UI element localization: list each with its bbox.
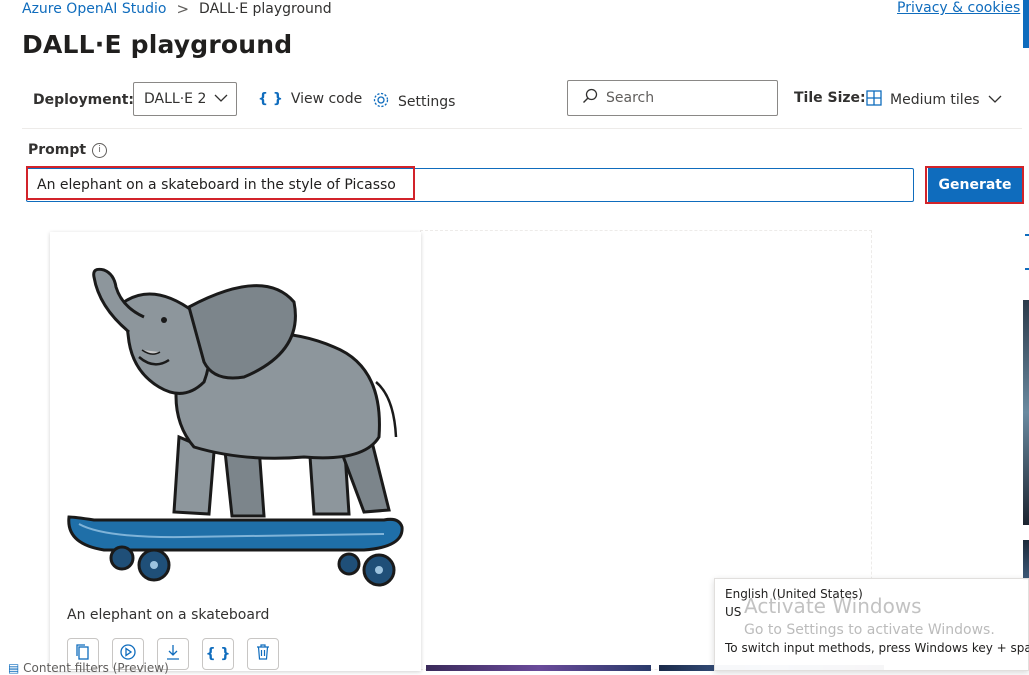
breadcrumb-separator: > (176, 0, 190, 18)
page-title: DALL·E playground (22, 30, 293, 59)
gear-icon (372, 91, 390, 113)
right-edge-marker (1025, 234, 1029, 236)
image-caption: An elephant on a skateboard (67, 607, 270, 623)
settings-label: Settings (398, 94, 456, 110)
delete-button[interactable] (247, 638, 279, 670)
tile-size-label: Tile Size: (794, 90, 866, 106)
right-edge-marker (1025, 268, 1029, 270)
delete-icon (255, 644, 271, 664)
breadcrumb: Azure OpenAI Studio > DALL·E playground (22, 0, 332, 18)
grid-icon (866, 90, 882, 110)
view-code-label: View code (290, 91, 363, 107)
chevron-down-icon (988, 92, 1002, 108)
breadcrumb-current: DALL·E playground (199, 1, 332, 17)
tile-size-dropdown[interactable]: Medium tiles (866, 90, 1002, 110)
thumbnail-strip (1023, 540, 1029, 580)
prompt-input[interactable] (27, 169, 913, 201)
info-icon[interactable]: i (92, 142, 108, 158)
activate-windows-subtitle: Go to Settings to activate Windows. (744, 622, 995, 638)
prompt-label: Prompt i (28, 142, 108, 158)
settings-button[interactable]: Settings (372, 91, 455, 113)
deployment-label: Deployment: (33, 92, 135, 108)
thumbnail-strip (1023, 300, 1029, 525)
chevron-down-icon (214, 91, 228, 107)
privacy-link[interactable]: Privacy & cookies (897, 0, 1020, 16)
toolbar-divider (22, 128, 1022, 129)
search-input[interactable] (604, 89, 758, 107)
right-edge-accent (1023, 0, 1029, 48)
activate-windows-title: Activate Windows (744, 594, 922, 618)
breadcrumb-root-link[interactable]: Azure OpenAI Studio (22, 1, 166, 17)
view-json-button[interactable]: { } (202, 638, 234, 670)
generated-image[interactable] (64, 262, 409, 622)
view-code-button[interactable]: { } View code (258, 91, 362, 107)
image-card[interactable]: An elephant on a skateboard { } (50, 232, 421, 671)
generate-button[interactable]: Generate (928, 168, 1022, 202)
code-braces-icon: { } (258, 91, 283, 107)
tile-size-value: Medium tiles (890, 92, 980, 108)
language-hint: To switch input methods, press Windows k… (725, 641, 1029, 655)
search-icon (582, 88, 598, 108)
search-box[interactable] (567, 80, 778, 116)
content-filters-label: Content filters (Preview) (23, 661, 169, 675)
language-code: US (725, 605, 742, 619)
deployment-value: DALL·E 2 (144, 91, 207, 107)
prompt-field[interactable] (26, 168, 914, 202)
deployment-dropdown[interactable]: DALL·E 2 (133, 82, 237, 116)
prompt-label-text: Prompt (28, 142, 87, 158)
filter-icon: ▤ (8, 661, 20, 675)
code-icon: { } (205, 646, 231, 662)
thumbnail-strip (426, 665, 651, 671)
content-filters-link[interactable]: ▤ Content filters (Preview) (8, 661, 169, 675)
